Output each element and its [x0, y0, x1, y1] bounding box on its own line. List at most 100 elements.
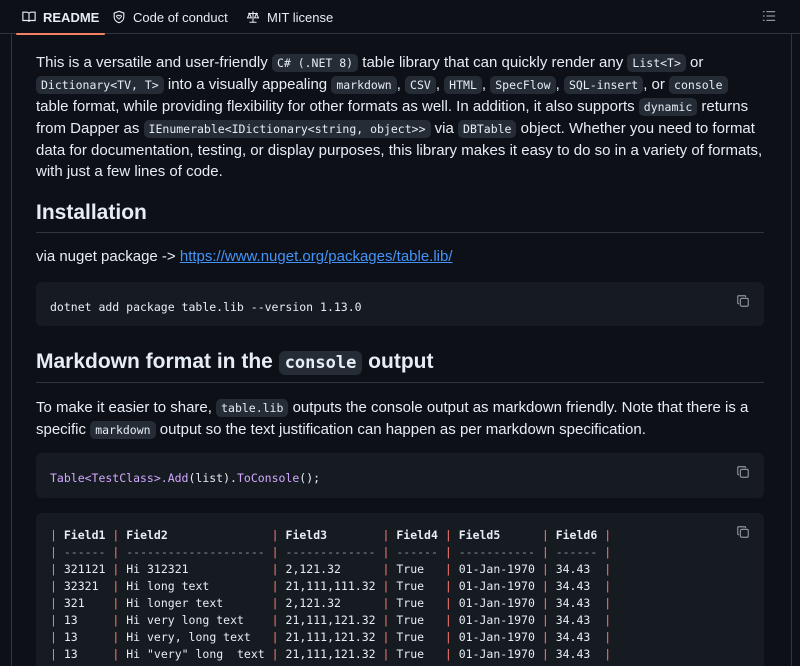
heading-inline-code: console [278, 351, 363, 375]
table-cell: 01-Jan-1970 [458, 579, 535, 593]
tab-code-of-conduct[interactable]: Code of conduct [112, 0, 228, 34]
table-pipe: | [382, 596, 390, 610]
table-pipe: | [444, 545, 452, 559]
table-cell: 34.43 [555, 630, 598, 644]
table-row: | 13 | Hi "very" long text | 21,111,121.… [50, 646, 611, 663]
heading-divider [36, 232, 764, 233]
code-token: (); [299, 471, 321, 485]
inline-code: DBTable [458, 120, 517, 138]
table-cell: ------ [555, 545, 598, 559]
table-cell: 01-Jan-1970 [458, 562, 535, 576]
intro-text: , or [643, 76, 670, 93]
table-pipe: | [444, 630, 452, 644]
table-row: | 321121 | Hi 312321 | 2,121.32 | True |… [50, 561, 611, 578]
table-pipe: | [271, 579, 279, 593]
table-pipe: | [444, 579, 452, 593]
inline-code: SpecFlow [490, 76, 556, 94]
code-token: Table<TestClass> [50, 471, 161, 485]
intro-text: , [481, 76, 491, 93]
markdown-text: output so the text justification can hap… [155, 421, 646, 438]
tab-code-of-conduct-label: Code of conduct [133, 9, 228, 25]
readme-tabbar: README Code of conduct MIT license [0, 0, 800, 35]
book-icon [22, 11, 36, 22]
table-pipe: | [271, 562, 279, 576]
inline-code: IEnumerable<IDictionary<string, object>> [143, 120, 431, 138]
table-pipe: | [382, 613, 390, 627]
table-cell: Hi long text [126, 579, 265, 593]
table-pipe: | [112, 545, 120, 559]
table-pipe: | [271, 647, 279, 661]
table-cell: Hi very, long text [126, 630, 265, 644]
table-pipe: | [382, 545, 390, 559]
copy-icon[interactable] [736, 525, 750, 539]
heading-divider [36, 382, 764, 383]
table-cell: True [396, 579, 438, 593]
table-pipe: | [604, 630, 612, 644]
table-pipe: | [541, 528, 549, 542]
table-cell: ----------- [458, 545, 535, 559]
heading-text: output [362, 350, 434, 373]
table-cell: -------------------- [126, 545, 265, 559]
intro-text: via [430, 120, 459, 137]
copy-icon[interactable] [736, 465, 750, 479]
table-pipe: | [50, 579, 57, 593]
table-pipe: | [444, 647, 452, 661]
table-pipe: | [112, 647, 120, 661]
table-pipe: | [112, 528, 120, 542]
table-pipe: | [604, 596, 612, 610]
table-cell: 13 [63, 630, 106, 644]
copy-icon[interactable] [736, 294, 750, 308]
table-cell: Field2 [126, 528, 265, 542]
table-pipe: | [604, 613, 612, 627]
table-cell: 32321 [63, 579, 106, 593]
markdown-text: To make it easier to share, [36, 399, 217, 416]
tab-mit-license-label: MIT license [267, 9, 334, 25]
table-cell: Hi 312321 [126, 562, 265, 576]
table-pipe: | [271, 630, 279, 644]
install-code-block: dotnet add package table.lib --version 1… [36, 282, 764, 326]
table-cell: 321121 [63, 562, 106, 576]
table-pipe: | [271, 613, 279, 627]
table-pipe: | [541, 630, 549, 644]
table-pipe: | [382, 647, 390, 661]
table-pipe: | [604, 528, 612, 542]
console-code-line: Table<TestClass>.Add(list).ToConsole(); [50, 468, 320, 489]
table-cell: Hi longer text [126, 596, 265, 610]
table-pipe: | [112, 613, 120, 627]
inline-code: markdown [331, 76, 397, 94]
table-pipe: | [604, 562, 612, 576]
table-cell: Field5 [458, 528, 535, 542]
code-token: . [230, 471, 237, 485]
table-cell: 13 [63, 613, 106, 627]
tab-readme[interactable]: README [15, 0, 106, 35]
table-pipe: | [112, 579, 120, 593]
inline-code: console [669, 76, 728, 94]
code-token: (list) [188, 471, 231, 485]
table-cell: 21,111,121.32 [285, 613, 376, 627]
table-separator-row: | ------ | -------------------- | ------… [50, 544, 611, 561]
table-cell: True [396, 647, 438, 661]
table-cell: 13 [63, 647, 106, 661]
table-cell: 2,121.32 [285, 596, 376, 610]
table-pipe: | [604, 647, 612, 661]
tab-readme-label: README [43, 9, 100, 25]
tab-mit-license[interactable]: MIT license [246, 0, 333, 34]
nuget-link[interactable]: https://www.nuget.org/packages/table.lib… [180, 248, 453, 265]
table-cell: Field1 [63, 528, 106, 542]
table-cell: 21,111,121.32 [285, 630, 376, 644]
table-row: | 13 | Hi very long text | 21,111,121.32… [50, 612, 611, 629]
table-cell: Field6 [555, 528, 598, 542]
intro-text: This is a versatile and user-friendly [36, 54, 272, 71]
install-paragraph: via nuget package -> https://www.nuget.o… [36, 246, 764, 267]
table-pipe: | [112, 562, 120, 576]
table-cell: 34.43 [555, 562, 598, 576]
table-cell: 21,111,111.32 [285, 579, 376, 593]
outline-menu-icon[interactable] [762, 9, 776, 23]
table-row: | 13 | Hi very, long text | 21,111,121.3… [50, 629, 611, 646]
inline-code: Dictionary<TV, T> [36, 76, 164, 94]
table-cell: 01-Jan-1970 [458, 647, 535, 661]
table-pipe: | [382, 579, 390, 593]
table-pipe: | [541, 647, 549, 661]
table-pipe: | [444, 528, 452, 542]
table-cell: 01-Jan-1970 [458, 613, 535, 627]
